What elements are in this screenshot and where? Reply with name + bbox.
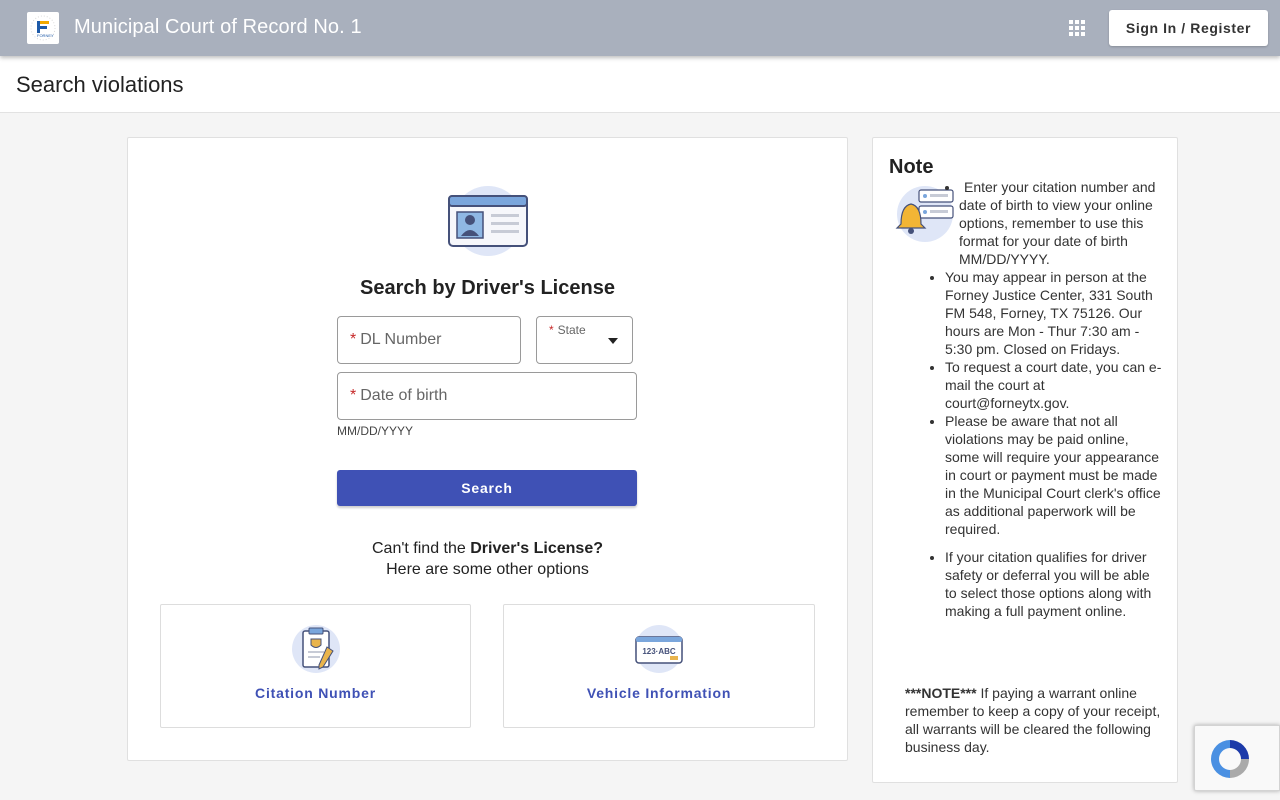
dob-label: * Date of birth <box>350 387 448 404</box>
search-heading: Search by Driver's License <box>360 277 615 299</box>
license-plate-icon: 123·ABC <box>635 625 683 673</box>
note-title: Note <box>889 156 934 178</box>
other-options-text: Can't find the Driver's License? Here ar… <box>372 540 603 578</box>
forney-logo-icon: FORNEY <box>30 15 56 41</box>
recaptcha-icon <box>1211 740 1249 778</box>
page-title: Search violations <box>16 72 184 97</box>
court-logo[interactable]: FORNEY <box>27 12 59 44</box>
svg-text:FORNEY: FORNEY <box>37 33 54 38</box>
note-item: You may appear in person at the Forney J… <box>945 268 1165 358</box>
apps-grid-icon[interactable] <box>1067 18 1087 38</box>
citation-number-label: Citation Number <box>255 685 376 701</box>
dropdown-caret-icon <box>608 338 618 344</box>
recaptcha-badge[interactable] <box>1194 725 1280 791</box>
date-of-birth-input[interactable]: * Date of birth <box>337 372 637 420</box>
note-item: Enter your citation number and date of b… <box>915 178 1165 268</box>
drivers-license-icon <box>448 186 528 256</box>
note-item: If your citation qualifies for driver sa… <box>945 548 1165 620</box>
top-app-bar: FORNEY Municipal Court of Record No. 1 S… <box>0 0 1280 56</box>
svg-text:123·ABC: 123·ABC <box>642 647 676 656</box>
dl-number-label: * DL Number <box>350 331 442 348</box>
page-header: Search violations <box>0 56 1280 113</box>
dob-format-hint: MM/DD/YYYY <box>337 424 414 438</box>
citation-number-option[interactable]: Citation Number <box>160 604 471 728</box>
sign-in-register-button[interactable]: Sign In / Register <box>1109 10 1268 46</box>
state-select[interactable]: * State <box>536 316 633 364</box>
search-card: Search by Driver's License * DL Number * S… <box>127 137 848 761</box>
warrant-note: ***NOTE*** If paying a warrant online re… <box>905 685 1161 755</box>
vehicle-information-option[interactable]: 123·ABC Vehicle Information <box>503 604 815 728</box>
state-label: * State <box>549 323 586 337</box>
clipboard-citation-icon <box>291 625 340 673</box>
vehicle-information-label: Vehicle Information <box>586 685 732 701</box>
search-button[interactable]: Search <box>337 470 637 506</box>
note-item: Please be aware that not all violations … <box>945 412 1165 538</box>
dl-number-input[interactable]: * DL Number <box>337 316 521 364</box>
note-item: To request a court date, you can e-mail … <box>945 358 1165 412</box>
note-list: Enter your citation number and date of b… <box>945 178 1165 620</box>
note-card: Note Enter your citation number and date… <box>872 137 1178 783</box>
app-title: Municipal Court of Record No. 1 <box>74 16 362 38</box>
